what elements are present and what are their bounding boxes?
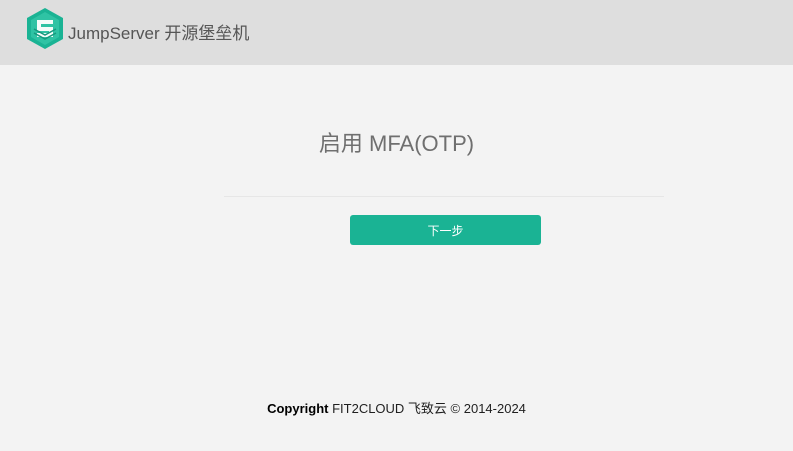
divider bbox=[224, 196, 664, 197]
top-header: JumpServer 开源堡垒机 bbox=[0, 0, 793, 65]
next-step-button[interactable]: 下一步 bbox=[350, 215, 541, 245]
copyright-label: Copyright bbox=[267, 401, 329, 416]
brand-title: JumpServer 开源堡垒机 bbox=[68, 24, 250, 43]
page-title: 启用 MFA(OTP) bbox=[318, 131, 475, 156]
copyright-company: FIT2CLOUD 飞致云 © 2014-2024 bbox=[332, 401, 526, 416]
jumpserver-logo-icon bbox=[26, 7, 64, 50]
footer-copyright: Copyright FIT2CLOUD 飞致云 © 2014-2024 bbox=[0, 398, 793, 417]
main-content: 启用 MFA(OTP) 下一步 Copyright FIT2CLOUD 飞致云 … bbox=[0, 65, 793, 451]
